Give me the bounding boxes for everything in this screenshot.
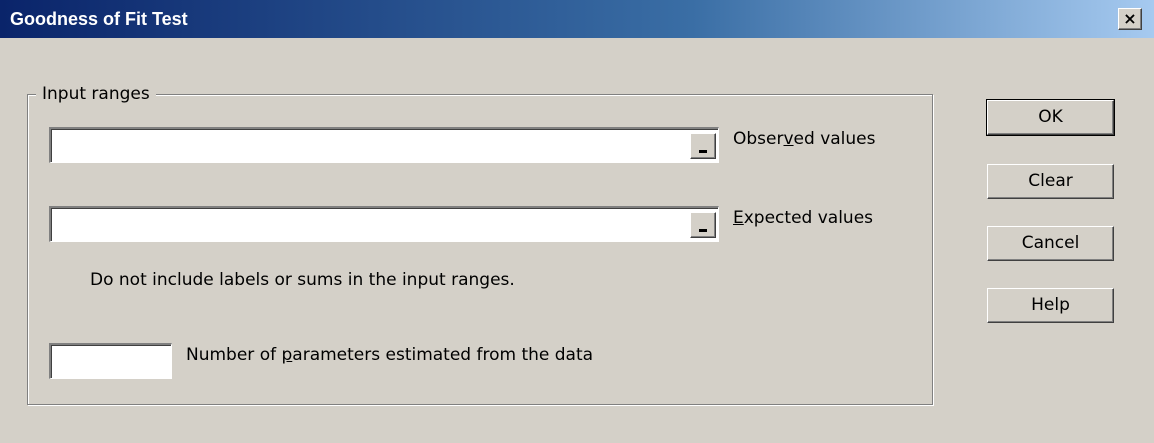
expected-range-select-button[interactable] [690, 212, 716, 238]
clear-button[interactable]: Clear [987, 164, 1114, 199]
observed-values-label: Observed values [733, 129, 876, 149]
observed-values-input[interactable] [49, 127, 719, 163]
collapse-dialog-icon [699, 150, 707, 153]
input-ranges-note: Do not include labels or sums in the inp… [90, 270, 515, 290]
observed-range-select-button[interactable] [690, 133, 716, 159]
parameters-input[interactable] [49, 343, 172, 379]
collapse-dialog-icon [699, 229, 707, 232]
close-icon[interactable]: × [1118, 8, 1142, 30]
window-title: Goodness of Fit Test [10, 9, 188, 29]
expected-values-label: Expected values [733, 208, 874, 228]
ok-button[interactable]: OK [986, 99, 1115, 136]
cancel-button[interactable]: Cancel [987, 226, 1114, 261]
title-bar: Goodness of Fit Test × [0, 0, 1154, 38]
expected-values-input[interactable] [49, 206, 719, 242]
help-button[interactable]: Help [987, 288, 1114, 323]
input-ranges-label: Input ranges [36, 84, 156, 104]
parameters-label: Number of parameters estimated from the … [186, 345, 594, 365]
